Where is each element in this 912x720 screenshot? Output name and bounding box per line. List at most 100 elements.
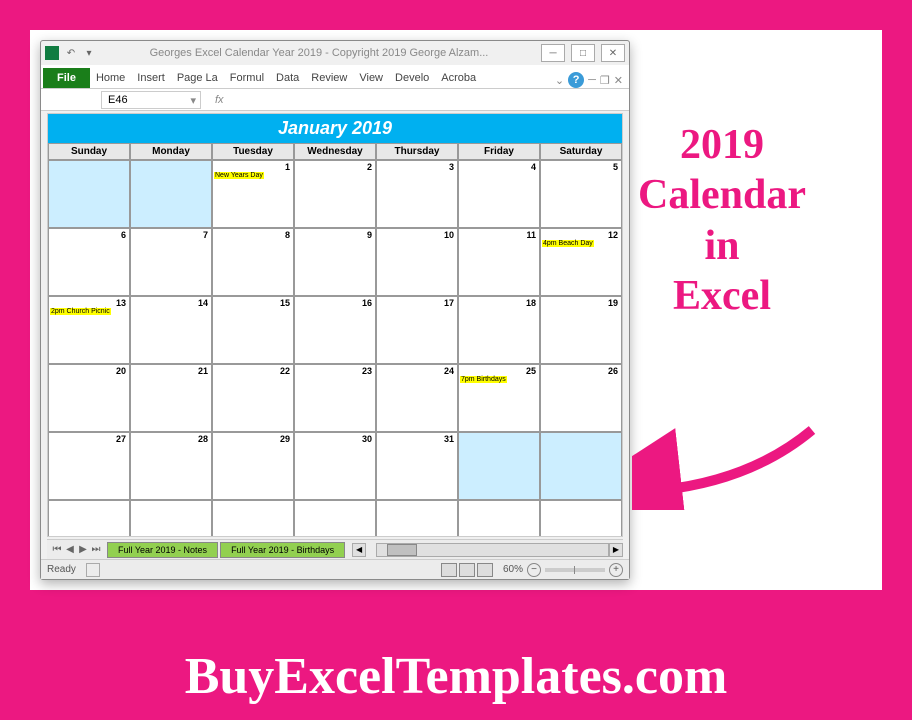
workbook-close-icon[interactable]: ✕ — [614, 74, 623, 87]
calendar-cell[interactable]: 3 — [376, 160, 458, 228]
calendar-cell[interactable]: 7 — [130, 228, 212, 296]
prev-sheet-button[interactable]: ◀ — [64, 544, 76, 555]
calendar-cell[interactable] — [294, 500, 376, 537]
tab-developer[interactable]: Develo — [389, 68, 435, 88]
calendar-cell[interactable] — [130, 500, 212, 537]
macro-icon[interactable] — [86, 563, 100, 577]
page-break-view-button[interactable] — [477, 563, 493, 577]
hscroll-right-button[interactable]: ▶ — [609, 543, 623, 557]
sheet-area[interactable]: January 2019 SundayMondayTuesdayWednesda… — [47, 113, 623, 537]
calendar-event[interactable]: 2pm Church Picnic — [50, 308, 111, 315]
next-sheet-button[interactable]: ▶ — [77, 544, 89, 555]
calendar-cell[interactable]: 124pm Beach Day — [540, 228, 622, 296]
promo-line2: Calendar — [612, 170, 832, 220]
minimize-button[interactable]: ─ — [541, 44, 565, 62]
calendar-cell[interactable] — [48, 160, 130, 228]
calendar-event[interactable]: 7pm Birthdays — [460, 376, 507, 383]
zoom-slider[interactable] — [545, 568, 605, 572]
calendar-cell[interactable] — [130, 160, 212, 228]
tab-pagelayout[interactable]: Page La — [171, 68, 224, 88]
name-box[interactable]: E46 — [101, 91, 201, 109]
calendar-cell[interactable] — [458, 500, 540, 537]
promo-line3: in — [612, 221, 832, 271]
calendar-cell[interactable]: 29 — [212, 432, 294, 500]
promo-line1: 2019 — [612, 120, 832, 170]
calendar-cell[interactable]: 14 — [130, 296, 212, 364]
ribbon-collapse-icon[interactable]: ⌄ — [555, 74, 564, 87]
calendar-cell[interactable] — [376, 500, 458, 537]
workbook-minimize-icon[interactable]: ─ — [588, 74, 596, 86]
help-icon[interactable]: ? — [568, 72, 584, 88]
tab-insert[interactable]: Insert — [131, 68, 171, 88]
calendar-cell[interactable] — [540, 432, 622, 500]
calendar-cell[interactable]: 2 — [294, 160, 376, 228]
page-layout-view-button[interactable] — [459, 563, 475, 577]
calendar-event[interactable]: 4pm Beach Day — [542, 240, 594, 247]
calendar-cell[interactable]: 19 — [540, 296, 622, 364]
calendar-cell[interactable]: 30 — [294, 432, 376, 500]
calendar-cell[interactable]: 18 — [458, 296, 540, 364]
calendar-cell[interactable]: 27 — [48, 432, 130, 500]
scrollbar-thumb[interactable] — [387, 544, 417, 556]
close-button[interactable]: ✕ — [601, 44, 625, 62]
normal-view-button[interactable] — [441, 563, 457, 577]
hscroll-left-button[interactable]: ◀ — [352, 543, 366, 557]
zoom-in-button[interactable]: + — [609, 563, 623, 577]
excel-icon — [45, 46, 59, 60]
calendar-cell[interactable] — [212, 500, 294, 537]
calendar-cell[interactable] — [48, 500, 130, 537]
sheet-tab-birthdays[interactable]: Full Year 2019 - Birthdays — [220, 542, 345, 558]
qat-dropdown-icon[interactable]: ▾ — [81, 45, 97, 61]
tab-data[interactable]: Data — [270, 68, 305, 88]
calendar-cell[interactable]: 257pm Birthdays — [458, 364, 540, 432]
zoom-level[interactable]: 60% — [503, 564, 523, 575]
calendar-cell[interactable]: 5 — [540, 160, 622, 228]
tab-formulas[interactable]: Formul — [224, 68, 270, 88]
first-sheet-button[interactable]: ⏮ — [51, 544, 63, 555]
calendar-cell[interactable]: 26 — [540, 364, 622, 432]
tab-acrobat[interactable]: Acroba — [435, 68, 482, 88]
formula-bar: E46 fx — [41, 89, 629, 111]
calendar-cell[interactable]: 31 — [376, 432, 458, 500]
calendar-cell[interactable]: 11 — [458, 228, 540, 296]
calendar-cell[interactable]: 23 — [294, 364, 376, 432]
sheet-tab-notes[interactable]: Full Year 2019 - Notes — [107, 542, 218, 558]
workbook-restore-icon[interactable]: ❐ — [600, 74, 610, 87]
calendar-cell[interactable]: 132pm Church Picnic — [48, 296, 130, 364]
calendar-cell[interactable]: 20 — [48, 364, 130, 432]
calendar-cell[interactable]: 1New Years Day — [212, 160, 294, 228]
maximize-button[interactable]: □ — [571, 44, 595, 62]
fx-label[interactable]: fx — [207, 94, 232, 106]
calendar-event[interactable]: New Years Day — [214, 172, 264, 179]
calendar-grid[interactable]: 1New Years Day234567891011124pm Beach Da… — [48, 160, 622, 537]
calendar-cell[interactable]: 10 — [376, 228, 458, 296]
calendar-cell[interactable]: 4 — [458, 160, 540, 228]
tab-view[interactable]: View — [353, 68, 389, 88]
status-bar: Ready 60% − + — [41, 559, 629, 579]
calendar-cell[interactable]: 15 — [212, 296, 294, 364]
calendar-cell[interactable] — [540, 500, 622, 537]
calendar-cell[interactable]: 28 — [130, 432, 212, 500]
horizontal-scrollbar[interactable] — [376, 543, 609, 557]
zoom-out-button[interactable]: − — [527, 563, 541, 577]
calendar-cell[interactable]: 17 — [376, 296, 458, 364]
calendar-cell[interactable] — [458, 432, 540, 500]
white-frame: ↶ ▾ Georges Excel Calendar Year 2019 - C… — [30, 30, 882, 590]
calendar-cell[interactable]: 8 — [212, 228, 294, 296]
day-header: Monday — [130, 143, 212, 160]
day-header: Sunday — [48, 143, 130, 160]
calendar-cell[interactable]: 22 — [212, 364, 294, 432]
calendar-cell[interactable]: 6 — [48, 228, 130, 296]
tab-review[interactable]: Review — [305, 68, 353, 88]
day-header: Wednesday — [294, 143, 376, 160]
quick-access-toolbar: ↶ ▾ — [63, 45, 97, 61]
titlebar: ↶ ▾ Georges Excel Calendar Year 2019 - C… — [41, 41, 629, 65]
undo-icon[interactable]: ↶ — [63, 45, 79, 61]
tab-home[interactable]: Home — [90, 68, 131, 88]
calendar-cell[interactable]: 24 — [376, 364, 458, 432]
file-tab[interactable]: File — [43, 68, 90, 88]
calendar-cell[interactable]: 16 — [294, 296, 376, 364]
last-sheet-button[interactable]: ⏭ — [90, 544, 102, 555]
calendar-cell[interactable]: 9 — [294, 228, 376, 296]
calendar-cell[interactable]: 21 — [130, 364, 212, 432]
